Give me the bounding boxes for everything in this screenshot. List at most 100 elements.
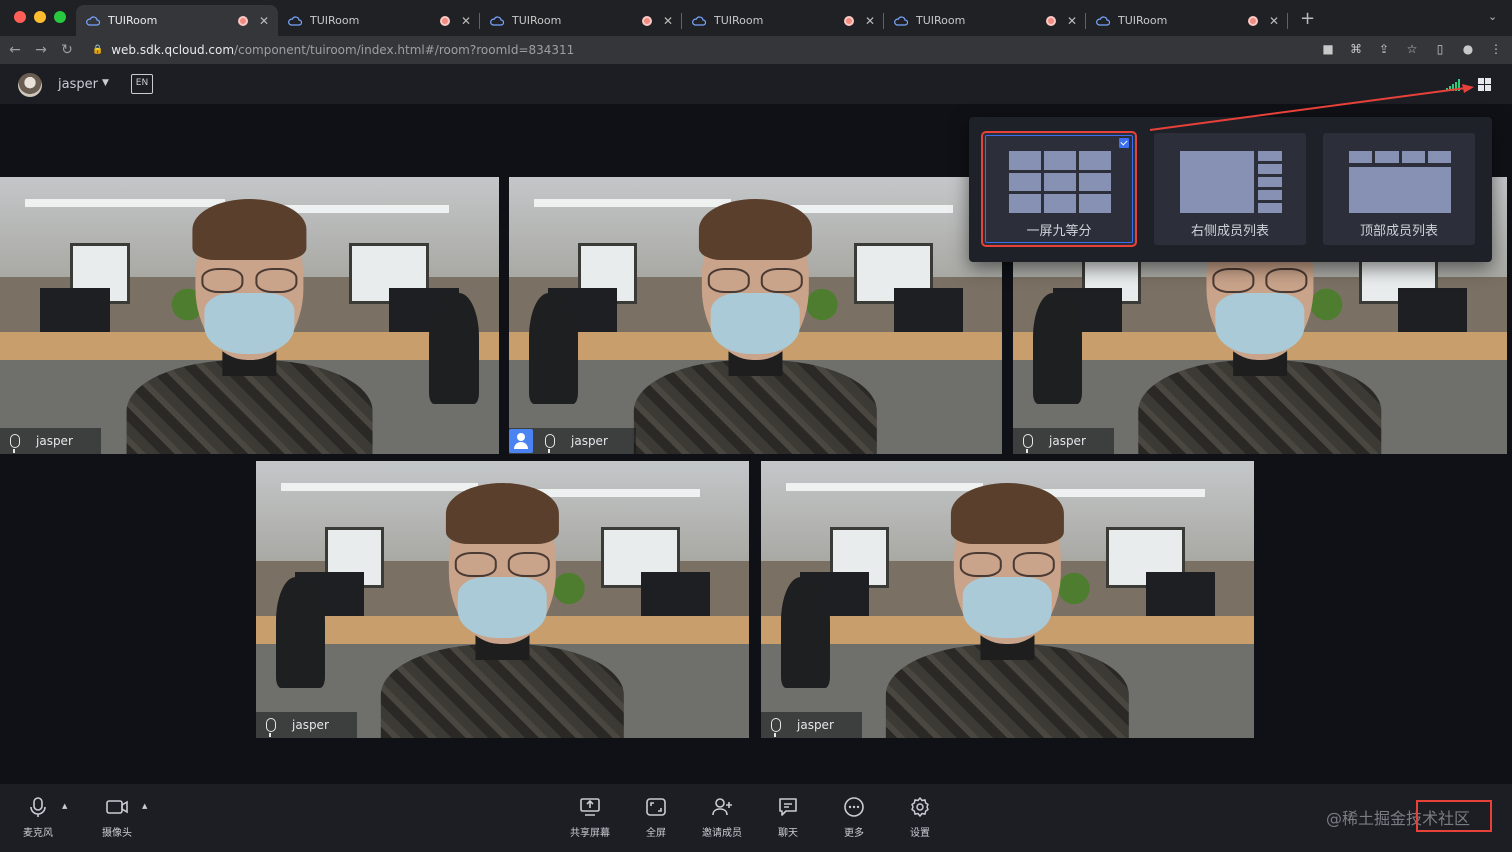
checked-icon [1119,138,1129,148]
video-tile[interactable]: jasper [509,177,1002,454]
cloud-icon [288,15,302,26]
layout-switch-icon[interactable] [1478,78,1491,91]
tab-title: TUIRoom [916,14,966,27]
recording-indicator-icon [844,15,854,26]
more-icon [844,797,864,817]
browser-tab[interactable]: TUIRoom ✕ [278,5,480,36]
close-tab-icon[interactable]: ✕ [662,14,674,28]
bookmark-star-icon[interactable]: ☆ [1404,40,1420,58]
camera-button[interactable]: 摄像头 [87,796,147,839]
layout-option-nine-grid[interactable]: 一屏九等分 [981,131,1137,247]
video-tile[interactable]: jasper [761,461,1254,738]
profile-icon[interactable]: ● [1460,40,1476,58]
url-path: /component/tuiroom/index.html#/room?room… [234,43,575,57]
camera-options-caret-icon[interactable]: ▲ [142,802,147,810]
microphone-icon [30,797,46,817]
recording-indicator-icon [1046,15,1056,26]
browser-tab[interactable]: TUIRoom ✕ [682,5,884,36]
recording-indicator-icon [1248,15,1258,26]
camera-icon [106,800,128,814]
chat-label: 聊天 [778,828,798,839]
fullscreen-label: 全屏 [646,828,666,839]
layout-option-label: 顶部成员列表 [1359,224,1438,239]
participant-nameplate: jasper [256,712,357,738]
share-screen-button[interactable]: 共享屏幕 [560,796,620,839]
translate-icon[interactable]: ⌘ [1348,40,1364,58]
microphone-icon [10,434,20,453]
chat-icon [779,798,797,816]
participant-video [860,461,1156,738]
back-arrow-icon[interactable]: ← [2,42,28,58]
close-tab-icon[interactable]: ✕ [1066,14,1078,28]
tab-strip: TUIRoom ✕ TUIRoom ✕ TUIRoom ✕ TUIRoom ✕ [76,5,1288,36]
close-tab-icon[interactable]: ✕ [864,14,876,28]
layout-option-label: 一屏九等分 [1026,224,1092,239]
tab-title: TUIRoom [1118,14,1168,27]
settings-label: 设置 [910,828,930,839]
invite-member-button[interactable]: 邀请成员 [692,796,752,839]
share-page-icon[interactable]: ⇪ [1376,40,1392,58]
video-tile[interactable]: jasper [256,461,749,738]
microphone-icon [266,718,276,737]
recording-indicator-icon [642,15,652,26]
close-tab-icon[interactable]: ✕ [1268,14,1280,28]
more-label: 更多 [844,828,864,839]
chat-button[interactable]: 聊天 [758,796,818,839]
layout-option-right-list[interactable]: 右侧成员列表 [1154,133,1306,245]
avatar[interactable] [18,73,42,97]
self-user-icon [509,429,533,453]
gear-icon [911,797,929,817]
room-header: jasper ▼ EN [0,64,1512,104]
browser-tab[interactable]: TUIRoom ✕ [1086,5,1288,36]
recording-indicator-icon [440,15,450,26]
participant-name: jasper [1049,434,1086,448]
video-tile[interactable]: jasper [0,177,499,454]
browser-address-bar: ← → ↻ 🔒 web.sdk.qcloud.com/component/tui… [0,36,1512,64]
tab-title: TUIRoom [310,14,360,27]
room-toolbar: 麦克风 ▲ 摄像头 ▲ 共享屏幕 全屏 邀请成员 聊天 更多 设置 [0,784,1512,852]
minimize-window-button[interactable] [34,11,46,23]
top-member-list-layout-icon [1349,151,1451,213]
microphone-label: 麦克风 [23,828,53,839]
camera-in-use-icon[interactable]: ■ [1320,40,1336,58]
participant-name: jasper [571,434,608,448]
reload-icon[interactable]: ↻ [54,42,80,58]
add-user-icon [712,798,732,816]
browser-tab[interactable]: TUIRoom ✕ [76,5,278,36]
participant-name: jasper [292,718,329,732]
invite-member-label: 邀请成员 [702,828,742,839]
language-switch-icon[interactable]: EN [131,74,153,94]
new-tab-plus-icon[interactable]: + [1300,8,1315,29]
tab-search-chevron-icon[interactable]: ⌄ [1488,10,1497,23]
microphone-button[interactable]: 麦克风 [8,796,68,839]
maximize-window-button[interactable] [54,11,66,23]
cloud-icon [692,15,706,26]
microphone-options-caret-icon[interactable]: ▲ [62,802,67,810]
layout-option-top-list[interactable]: 顶部成员列表 [1323,133,1475,245]
close-tab-icon[interactable]: ✕ [460,14,472,28]
participant-video [608,177,904,454]
user-name[interactable]: jasper [58,77,98,92]
right-member-list-layout-icon [1180,151,1282,213]
microphone-icon [771,718,781,737]
close-window-button[interactable] [14,11,26,23]
window-controls [14,11,66,23]
participant-nameplate: jasper [0,428,101,454]
cloud-icon [894,15,908,26]
participant-name: jasper [797,718,834,732]
cloud-icon [490,15,504,26]
settings-button[interactable]: 设置 [890,796,950,839]
browser-tab[interactable]: TUIRoom ✕ [884,5,1086,36]
url-field[interactable]: 🔒 web.sdk.qcloud.com/component/tuiroom/i… [92,39,1302,61]
layout-popup: 一屏九等分 右侧成员列表 顶部成员列表 [969,117,1492,262]
side-panel-icon[interactable]: ▯ [1432,40,1448,58]
more-button[interactable]: 更多 [824,796,884,839]
close-tab-icon[interactable]: ✕ [258,14,270,28]
chevron-down-icon[interactable]: ▼ [102,78,109,88]
forward-arrow-icon[interactable]: → [28,42,54,58]
browser-tab[interactable]: TUIRoom ✕ [480,5,682,36]
browser-menu-icon[interactable]: ⋮ [1488,40,1504,58]
participant-nameplate: jasper [761,712,862,738]
share-screen-label: 共享屏幕 [570,828,610,839]
fullscreen-button[interactable]: 全屏 [626,796,686,839]
